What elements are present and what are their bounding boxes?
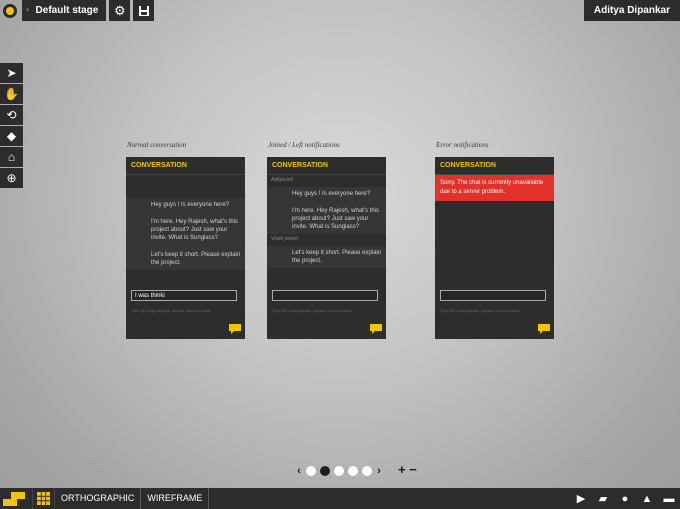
person-icon: ● bbox=[621, 492, 629, 505]
remove-page-button[interactable]: − bbox=[409, 462, 417, 477]
rotate-tool[interactable]: ⟲ bbox=[0, 105, 23, 125]
video-camera-icon: ▶ bbox=[576, 493, 586, 505]
save-icon bbox=[138, 5, 149, 16]
input-hint: Type @ to tag objects, people, camera vi… bbox=[440, 308, 520, 313]
caption-normal: Normal conversation bbox=[127, 141, 187, 149]
message: I'm here. Hey Rajesh, what's this projec… bbox=[292, 208, 379, 230]
next-page-button[interactable]: › bbox=[374, 465, 384, 477]
cursor-icon: ➤ bbox=[6, 66, 17, 80]
page-dot[interactable] bbox=[362, 466, 372, 476]
user-menu[interactable]: Aditya Dipankar bbox=[583, 0, 680, 21]
object-tool[interactable]: ◆ bbox=[0, 126, 23, 146]
bottom-bar: ORTHOGRAPHIC WIREFRAME ▶ ▰ ● ▲ ▬ bbox=[0, 488, 680, 509]
chat-panel-error: CONVERSATION Sorry. The chat is currentl… bbox=[435, 157, 554, 339]
chat-toggle-button[interactable] bbox=[366, 319, 386, 339]
panel-title: CONVERSATION bbox=[435, 157, 554, 175]
save-button[interactable] bbox=[133, 0, 155, 21]
chat-input[interactable] bbox=[272, 290, 378, 301]
gear-icon: ⚙ bbox=[114, 2, 126, 18]
stage-pager: ‹ › bbox=[294, 464, 384, 478]
zoom-icon: ⊕ bbox=[6, 171, 17, 185]
caption-joined: Joined / Left notifications bbox=[268, 141, 340, 149]
chat-bubble-icon bbox=[370, 324, 382, 334]
pan-tool[interactable]: ✋ bbox=[0, 84, 23, 104]
message: Hey guys ! Is everyone here? bbox=[151, 202, 230, 208]
chat-icon: ▬ bbox=[663, 492, 675, 505]
select-tool[interactable]: ➤ bbox=[0, 63, 23, 83]
joined-notification: Vivek joined bbox=[271, 236, 298, 242]
cube-icon: ◆ bbox=[6, 129, 17, 143]
chat-toggle-button[interactable] bbox=[534, 319, 554, 339]
page-dot[interactable] bbox=[334, 466, 344, 476]
notes-button[interactable]: ▰ bbox=[592, 488, 614, 509]
home-tool[interactable]: ⌂ bbox=[0, 147, 23, 167]
message: I'm here. Hey Rajesh, what's this projec… bbox=[151, 219, 238, 241]
grid-icon bbox=[37, 492, 50, 505]
message: Let's keep it short. Please explain the … bbox=[292, 250, 382, 264]
app-logo[interactable] bbox=[3, 3, 17, 18]
stage-label: Default stage bbox=[35, 5, 99, 16]
note-icon: ▰ bbox=[598, 493, 608, 505]
chat-panel-joined: CONVERSATION Aditya left Hey guys ! Is e… bbox=[267, 157, 386, 339]
message-group: Hey guys ! Is everyone here? I'm here. H… bbox=[126, 198, 245, 270]
shapes-icon: ▲ bbox=[641, 492, 653, 505]
left-notification: Aditya left bbox=[271, 177, 293, 183]
stage-selector[interactable]: ▫ Default stage bbox=[22, 0, 107, 21]
settings-button[interactable]: ⚙ bbox=[109, 0, 131, 21]
chat-toggle-button[interactable] bbox=[225, 319, 245, 339]
chat-bubble-icon bbox=[229, 324, 241, 334]
message-group: Let's keep it short. Please explain the … bbox=[267, 246, 386, 268]
page-dot[interactable] bbox=[306, 466, 316, 476]
input-hint: Type @ to tag objects, people, camera vi… bbox=[131, 308, 211, 313]
chat-panel-normal: CONVERSATION Hey guys ! Is everyone here… bbox=[126, 157, 245, 339]
shapes-button[interactable]: ▲ bbox=[636, 488, 658, 509]
hand-icon: ✋ bbox=[4, 87, 19, 101]
message: Let's keep it short. Please explain the … bbox=[151, 252, 241, 266]
chat-bubble-icon bbox=[538, 324, 550, 334]
page-dot[interactable] bbox=[348, 466, 358, 476]
home-icon: ⌂ bbox=[7, 150, 16, 164]
message: Hey guys ! Is everyone here? bbox=[292, 191, 371, 197]
camera-button[interactable]: ▶ bbox=[570, 488, 592, 509]
brand-icon bbox=[3, 491, 25, 506]
message-group: Hey guys ! Is everyone here? I'm here. H… bbox=[267, 187, 386, 234]
panel-title: CONVERSATION bbox=[126, 157, 245, 175]
error-banner: Sorry. The chat is currently unavailable… bbox=[435, 175, 554, 201]
render-mode-button[interactable]: WIREFRAME bbox=[141, 488, 210, 509]
chat-input-value: I was thinki bbox=[135, 293, 165, 299]
prev-page-button[interactable]: ‹ bbox=[294, 465, 304, 477]
input-hint: Type @ to tag objects, people, camera vi… bbox=[272, 308, 352, 313]
people-button[interactable]: ● bbox=[614, 488, 636, 509]
chat-button[interactable]: ▬ bbox=[658, 488, 680, 509]
page-dot-active[interactable] bbox=[320, 466, 330, 476]
chat-input[interactable]: I was thinki bbox=[131, 290, 237, 301]
panel-title: CONVERSATION bbox=[267, 157, 386, 175]
top-left-controls: ▫ Default stage ⚙ bbox=[0, 0, 155, 21]
chat-input[interactable] bbox=[440, 290, 546, 301]
left-toolbar: ➤ ✋ ⟲ ◆ ⌂ ⊕ bbox=[0, 63, 23, 189]
stage-icon: ▫ bbox=[26, 5, 30, 16]
grid-toggle-button[interactable] bbox=[32, 488, 55, 509]
page-add-remove: + − bbox=[398, 462, 417, 477]
view-mode-button[interactable]: ORTHOGRAPHIC bbox=[55, 488, 142, 509]
rotate-icon: ⟲ bbox=[6, 108, 17, 122]
zoom-tool[interactable]: ⊕ bbox=[0, 168, 23, 188]
add-page-button[interactable]: + bbox=[398, 462, 406, 477]
caption-error: Error notifications bbox=[436, 141, 489, 149]
bottom-right-tools: ▶ ▰ ● ▲ ▬ bbox=[570, 488, 680, 509]
brand-logo[interactable] bbox=[0, 488, 28, 509]
